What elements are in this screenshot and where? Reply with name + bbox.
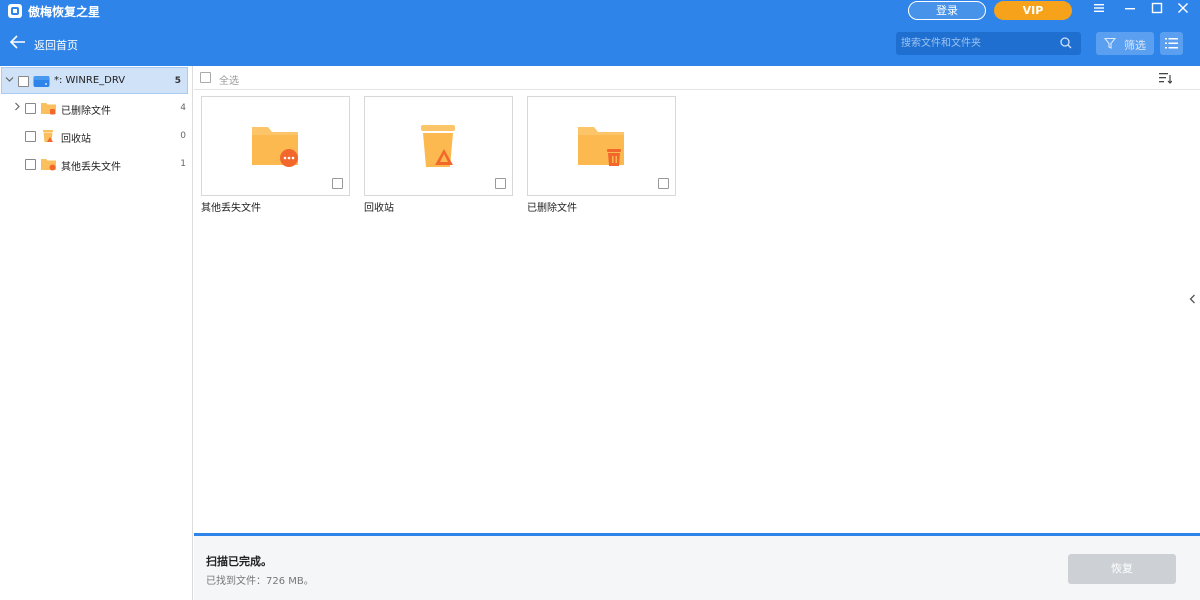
lost-folder-icon [41, 159, 56, 171]
back-arrow-icon[interactable] [9, 35, 26, 52]
file-card-checkbox[interactable] [658, 178, 669, 189]
sidebar-item-label: *: WINRE_DRV [54, 75, 126, 86]
title-bar: 傲梅恢复之星 登录 VIP [0, 0, 1200, 22]
file-card-label: 回收站 [364, 203, 394, 214]
chevron-down-icon[interactable] [5, 75, 15, 85]
file-card-deleted-files[interactable] [527, 96, 676, 196]
file-card-checkbox[interactable] [332, 178, 343, 189]
drive-icon [33, 76, 50, 87]
file-card-checkbox[interactable] [495, 178, 506, 189]
close-icon[interactable] [1174, 2, 1192, 20]
vip-button[interactable]: VIP [994, 1, 1072, 20]
select-all-label[interactable]: 全选 [219, 72, 239, 87]
deleted-folder-icon [578, 127, 624, 166]
search-icon[interactable] [1060, 37, 1072, 49]
filter-label: 筛选 [1124, 39, 1146, 52]
filter-button[interactable]: 筛选 [1096, 32, 1154, 55]
sidebar-item-label: 已删除文件 [61, 106, 111, 117]
panel-collapse-icon[interactable] [1189, 293, 1196, 307]
lost-folder-icon [252, 127, 298, 167]
header: 傲梅恢复之星 登录 VIP 返回首页 筛选 [0, 0, 1200, 66]
sidebar-item-recycle-bin[interactable]: 回收站 0 [0, 123, 192, 150]
search-input[interactable] [896, 32, 1056, 55]
file-card-label: 已删除文件 [527, 203, 577, 214]
sidebar-item-deleted-files[interactable]: 已删除文件 4 [0, 95, 192, 122]
sidebar-item-count: 5 [174, 76, 181, 86]
list-view-button[interactable] [1160, 32, 1183, 55]
app-title: 傲梅恢复之星 [28, 5, 101, 19]
sidebar-item-other-lost-files[interactable]: 其他丢失文件 1 [0, 151, 192, 178]
deleted-folder-icon [41, 103, 56, 115]
maximize-icon[interactable] [1148, 2, 1166, 20]
select-all-checkbox[interactable] [200, 72, 211, 83]
back-to-home-link[interactable]: 返回首页 [34, 37, 78, 53]
scan-status-text: 扫描已完成。 [206, 555, 272, 568]
minimize-icon[interactable] [1121, 2, 1139, 20]
recycle-bin-checkbox[interactable] [25, 131, 36, 142]
main-toolbar: 全选 [194, 66, 1200, 90]
search-box [896, 32, 1081, 55]
sidebar-item-count: 1 [180, 159, 186, 169]
found-files-text: 已找到文件：726 MB。 [206, 576, 314, 587]
login-button[interactable]: 登录 [908, 1, 986, 20]
sort-icon[interactable] [1159, 72, 1172, 84]
drive-checkbox[interactable] [18, 76, 29, 87]
deleted-files-checkbox[interactable] [25, 103, 36, 114]
other-lost-files-checkbox[interactable] [25, 159, 36, 170]
file-card-recycle-bin[interactable] [364, 96, 513, 196]
sidebar-item-drive[interactable]: *: WINRE_DRV 5 [1, 67, 188, 94]
sidebar-item-count: 0 [180, 131, 186, 141]
recover-button[interactable]: 恢复 [1068, 554, 1176, 584]
filter-icon [1104, 37, 1116, 49]
chevron-right-icon[interactable] [13, 102, 23, 112]
recycle-bin-icon [421, 125, 455, 167]
list-view-icon [1165, 38, 1178, 49]
sidebar: *: WINRE_DRV 5 已删除文件 4 回收站 0 其他丢失文件 1 [0, 66, 193, 600]
recycle-bin-icon [43, 130, 53, 142]
app-logo-icon [8, 4, 22, 18]
file-card-other-lost-files[interactable] [201, 96, 350, 196]
status-panel: 扫描已完成。 已找到文件：726 MB。 恢复 [194, 536, 1200, 600]
file-card-label: 其他丢失文件 [201, 203, 261, 214]
menu-icon[interactable] [1090, 2, 1108, 20]
sidebar-item-label: 回收站 [61, 134, 91, 145]
sidebar-item-label: 其他丢失文件 [61, 162, 121, 173]
sidebar-item-count: 4 [180, 103, 186, 113]
